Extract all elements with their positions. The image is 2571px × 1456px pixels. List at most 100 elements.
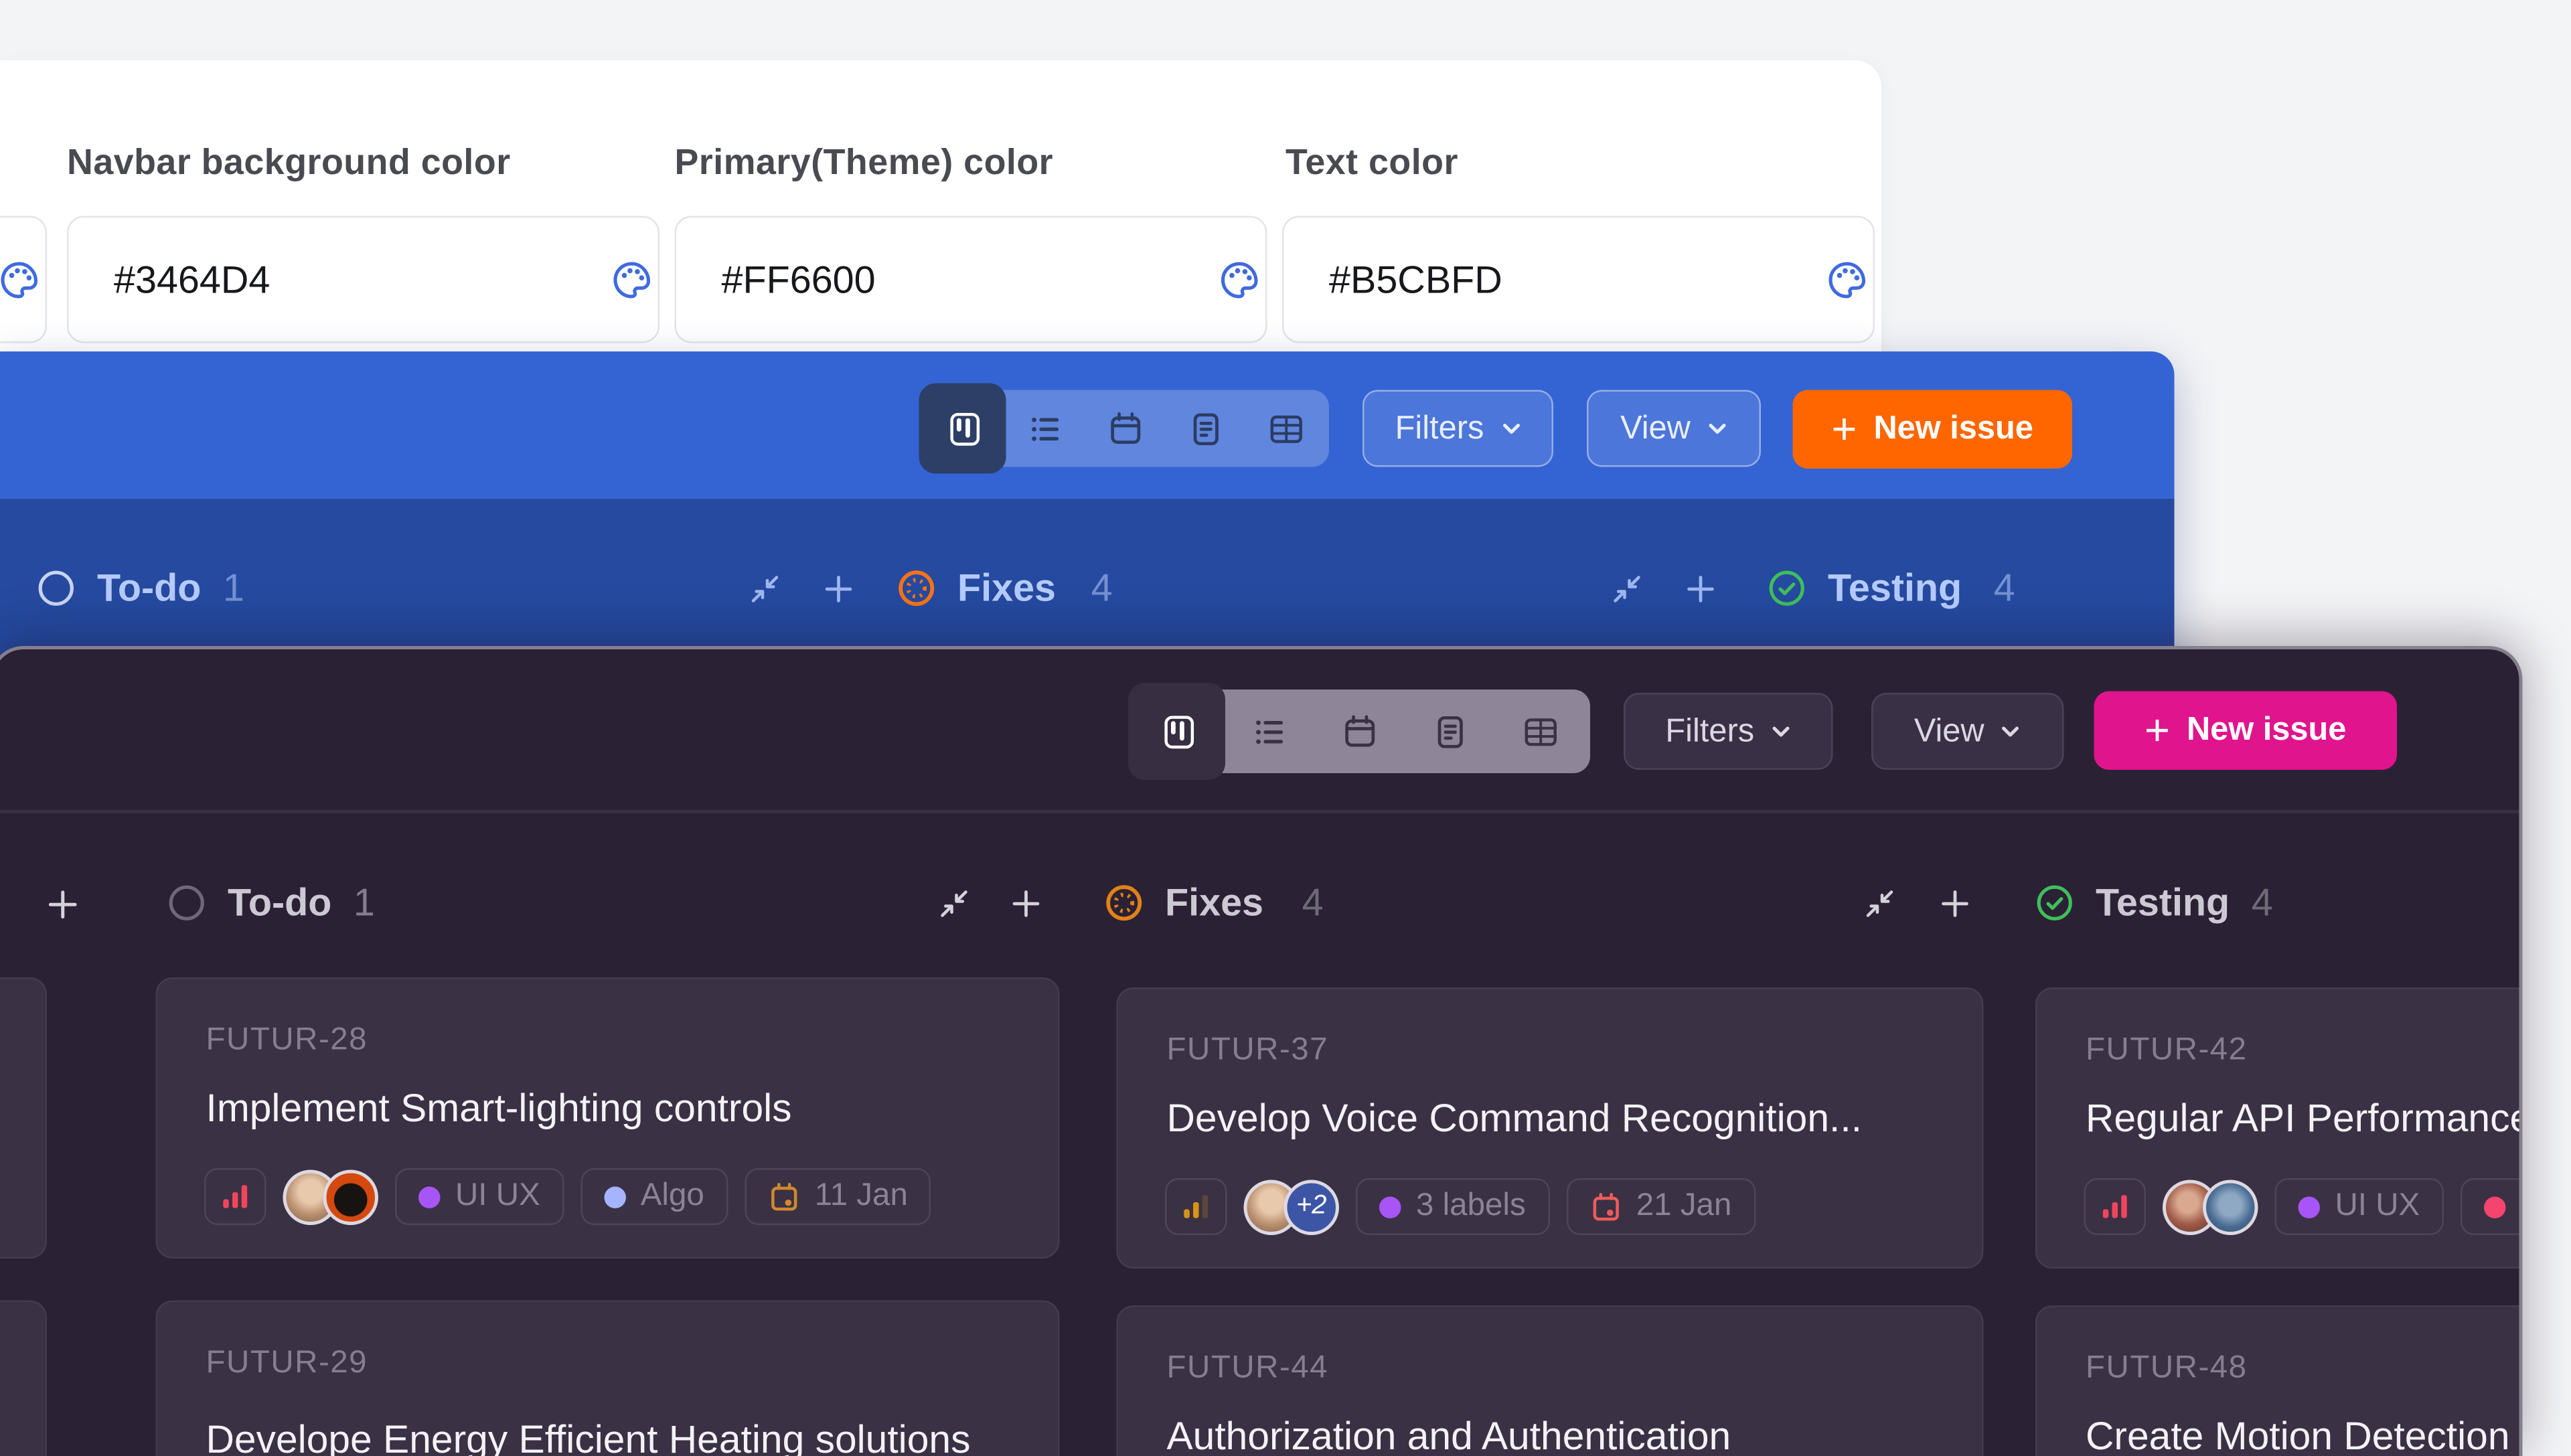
palette-icon[interactable] [609,257,655,303]
view-button[interactable]: View [1871,693,2064,770]
column-header-todo[interactable]: To-do 1 [167,880,375,926]
view-document-tab[interactable] [1405,693,1495,770]
due-date-chip[interactable]: 11 Jan [745,1168,931,1225]
palette-icon[interactable] [0,257,42,303]
column-header-row: To-do 1 Fixes 4 Testing 4 [0,810,2519,977]
label-chip[interactable]: Algo [580,1168,728,1225]
list-view-icon [1025,409,1064,448]
issue-card[interactable]: FUTUR-44 Authorization and Authenticatio… [1117,1305,1984,1456]
assignee-avatars[interactable] [283,1169,379,1224]
palette-icon[interactable] [1824,257,1870,303]
view-list-tab[interactable] [1224,693,1314,770]
todo-status-icon [167,884,206,922]
view-calendar-tab[interactable] [1314,693,1405,770]
testing-status-icon [2035,884,2074,922]
view-board-tab[interactable] [1134,690,1224,773]
filters-button[interactable]: Filters [1362,390,1553,467]
priority-icon[interactable] [1165,1178,1227,1235]
new-issue-button[interactable]: + New issue [2094,692,2398,771]
add-issue-icon[interactable] [1010,887,1043,920]
view-table-tab[interactable] [1245,390,1326,467]
column-name: Testing [2096,880,2230,926]
due-date-icon [1589,1191,1622,1223]
add-column-icon[interactable] [46,887,81,922]
assignee-avatars[interactable]: +2 [1244,1179,1340,1234]
issue-card[interactable]: FUTUR-42 Regular API Performance UI UX s [2035,987,2523,1269]
label-text: UI UX [455,1178,540,1215]
due-date-text: 11 Jan [815,1178,908,1215]
view-board-tab[interactable] [924,390,1004,467]
column-header-fixes[interactable]: Fixes 4 [897,566,1113,611]
collapse-column-icon[interactable] [749,572,782,606]
text-color-value[interactable] [1329,257,1824,303]
todo-status-icon [37,569,76,608]
priority-icon[interactable] [2084,1178,2147,1235]
label-chip[interactable]: 3 labels [1356,1178,1549,1235]
view-list-tab[interactable] [1004,390,1085,467]
view-switcher [924,390,1329,467]
color-input-partial[interactable] [0,216,47,343]
view-document-tab[interactable] [1165,390,1245,467]
label-dot [418,1186,441,1208]
due-date-chip[interactable]: 21 Jan [1566,1178,1756,1235]
list-view-icon [1249,712,1288,751]
priority-icon[interactable] [204,1168,266,1225]
avatar [2203,1179,2258,1234]
assignee-avatars[interactable] [2163,1179,2258,1234]
add-issue-icon[interactable] [1684,572,1717,606]
collapse-column-icon[interactable] [1863,887,1897,920]
navbar-bg-color-input[interactable] [67,216,659,343]
issue-card[interactable]: FUTUR-37 Develop Voice Command Recogniti… [1117,987,1984,1269]
column-name: Fixes [957,566,1056,611]
new-issue-button[interactable]: + New issue [1793,390,2073,469]
column-header-testing[interactable]: Testing 4 [2035,880,2273,926]
issue-card-clipped[interactable] [0,1301,47,1456]
label-text: s [2520,1188,2522,1225]
issue-card-clipped[interactable] [0,977,47,1259]
add-issue-icon[interactable] [822,572,856,606]
view-button[interactable]: View [1587,390,1761,467]
primary-color-value[interactable] [722,257,1217,303]
label-chip[interactable]: UI UX [2275,1178,2444,1235]
add-issue-icon[interactable] [1938,887,1972,920]
palette-icon[interactable] [1217,257,1263,303]
avatar [323,1169,379,1224]
view-calendar-tab[interactable] [1085,390,1165,467]
label-chip[interactable]: UI UX [395,1168,564,1225]
column-count: 4 [2252,880,2273,926]
field-label-navbar-bg: Navbar background color [67,143,511,185]
document-view-icon [1430,712,1469,751]
column-header-todo[interactable]: To-do 1 [37,566,244,611]
navbar-bg-color-value[interactable] [114,257,609,303]
label-text: Algo [641,1178,704,1215]
collapse-column-icon[interactable] [1610,572,1644,606]
issue-title: Implement Smart-lighting controls [206,1086,1015,1132]
table-view-icon [1266,409,1305,448]
issue-id: FUTUR-44 [1167,1351,1329,1388]
filters-label: Filters [1665,712,1754,751]
issue-card[interactable]: FUTUR-28 Implement Smart-lighting contro… [156,977,1060,1259]
screen: Navbar background color Primary(Theme) c… [0,0,2571,1446]
board-preview-dark: Filters View + New issue To-do 1 [0,646,2523,1456]
issue-title: Regular API Performance [2086,1097,2523,1142]
issue-id: FUTUR-37 [1167,1033,1329,1070]
text-color-input[interactable] [1282,216,1875,343]
issue-id: FUTUR-48 [2086,1351,2248,1388]
column-name: To-do [97,566,201,611]
issue-card[interactable]: FUTUR-29 Develope Energy Efficient Heati… [156,1301,1060,1456]
view-table-tab[interactable] [1495,693,1585,770]
column-header-testing[interactable]: Testing 4 [1768,566,2015,611]
view-label: View [1620,409,1691,448]
issue-card[interactable]: FUTUR-48 Create Motion Detection [2035,1305,2523,1456]
issue-title: Authorization and Authentication [1167,1414,1939,1456]
column-count: 1 [354,880,375,926]
primary-color-input[interactable] [675,216,1267,343]
issue-meta-row: UI UX s [2084,1178,2523,1235]
board-view-icon [1159,712,1198,751]
collapse-column-icon[interactable] [937,887,971,920]
filters-button[interactable]: Filters [1624,693,1833,770]
chevron-down-icon [2001,725,2021,738]
label-chip[interactable]: s [2460,1178,2522,1235]
column-header-fixes[interactable]: Fixes 4 [1105,880,1324,926]
document-view-icon [1186,409,1225,448]
